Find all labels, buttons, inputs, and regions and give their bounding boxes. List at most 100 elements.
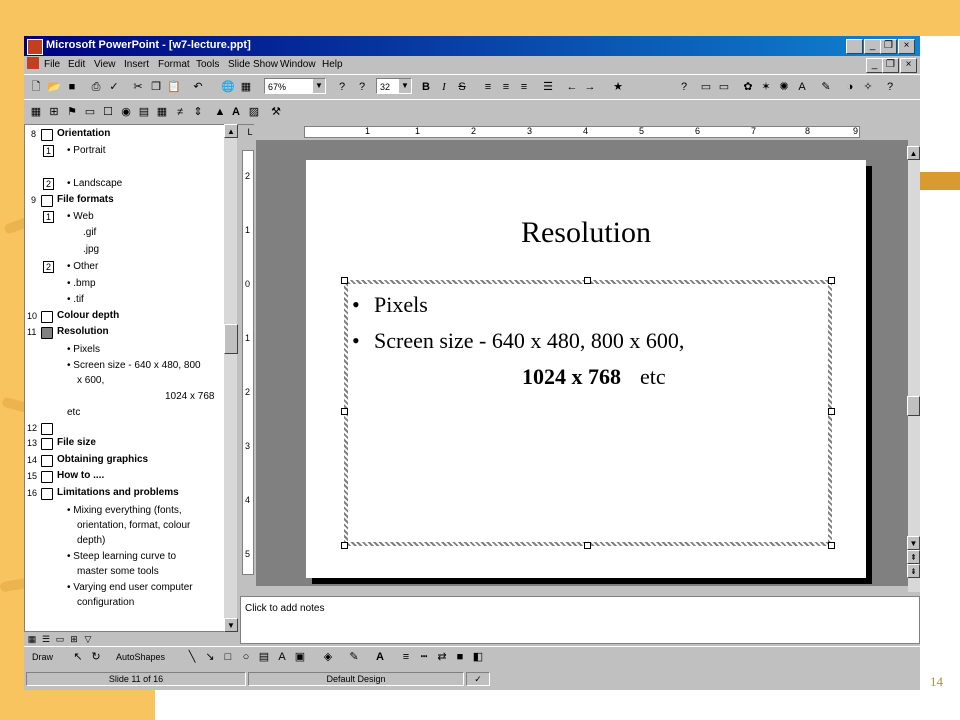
radio-icon[interactable]: ◉ [118,104,134,120]
outline-bullet[interactable]: • Portrait [67,145,106,156]
outline-view-icon[interactable]: ☰ [40,631,52,647]
chevron-down-icon[interactable]: ▼ [399,79,411,93]
resize-handle[interactable] [584,277,591,284]
next-slide-icon[interactable]: ⇟ [907,564,920,578]
draw-menu[interactable]: Draw [32,652,53,662]
slide-icon[interactable] [41,311,53,323]
strikethrough-icon[interactable]: S [454,79,470,95]
more-buttons-icon[interactable]: ? [676,79,692,95]
slide-view-icon[interactable]: ⊞ [46,104,62,120]
outline-bullet[interactable]: configuration [77,597,134,608]
slide-scrollbar[interactable]: ▲ ▼ ⇞ ⇟ [907,146,920,592]
slide-view-icon[interactable]: ▭ [54,631,66,647]
menu-view[interactable]: View [94,59,116,70]
slide-icon-selected[interactable] [41,327,53,339]
normal-view-icon[interactable]: ▦ [26,631,38,647]
slide-show-icon[interactable]: ▽ [82,631,94,647]
bullet-screen-size[interactable]: Screen size - 640 x 480, 800 x 600, [374,328,684,354]
copy-icon[interactable]: ❐ [148,79,164,95]
slide-icon[interactable] [41,471,53,483]
effects-icon[interactable]: ✶ [758,79,774,95]
doc-restore-button[interactable]: ❐ [882,58,899,73]
menu-slide-show[interactable]: Slide Show [228,59,278,70]
help-icon[interactable]: ? [334,79,350,95]
tables-icon[interactable]: ▦ [238,79,254,95]
menu-help[interactable]: Help [322,59,343,70]
bold-icon[interactable]: B [418,79,434,95]
textbox-icon[interactable]: ▤ [256,649,272,665]
menu-window[interactable]: Window [280,59,316,70]
wordart-icon[interactable]: A [274,649,290,665]
outline-title[interactable]: How to .... [57,470,104,481]
arrow-icon[interactable]: ↘ [202,649,218,665]
scroll-up-icon[interactable]: ▲ [224,124,238,138]
slide-icon[interactable] [41,423,53,435]
align-right-icon[interactable]: ≡ [516,79,532,95]
document-icon[interactable] [27,57,39,69]
outline-title[interactable]: Orientation [57,128,110,139]
form-icon[interactable]: ▤ [136,104,152,120]
outline-bullet[interactable]: depth) [77,535,105,546]
slide-icon[interactable] [41,455,53,467]
resize-handle[interactable] [584,542,591,549]
oval-icon[interactable]: ○ [238,649,254,665]
dash-style-icon[interactable]: ┅ [416,649,432,665]
outline-bullet[interactable]: • Landscape [67,178,122,189]
tools-icon[interactable]: ⚒ [268,104,284,120]
outline-title[interactable]: File formats [57,194,114,205]
rotate-icon[interactable]: ↻ [88,649,104,665]
star-icon[interactable]: ✧ [860,79,876,95]
font-size-combo[interactable]: 32 ▼ [376,78,412,94]
italic-icon[interactable]: I [436,79,452,95]
not-equal-icon[interactable]: ≠ [172,104,188,120]
outline-bullet[interactable]: • .bmp [67,278,96,289]
scroll-thumb[interactable] [224,324,238,354]
outline-bullet[interactable]: • Other [67,261,98,272]
bullet-pixels[interactable]: Pixels [374,292,428,318]
outline-title[interactable]: File size [57,437,96,448]
save-icon[interactable]: ■ [64,79,80,95]
outline-bullet[interactable]: master some tools [77,566,159,577]
grid-icon[interactable]: ▦ [154,104,170,120]
resize-handle[interactable] [341,277,348,284]
move-up-icon[interactable]: ▲ [212,104,228,120]
outline-bullet[interactable]: orientation, format, colour [77,520,190,531]
outline-title[interactable]: Obtaining graphics [57,454,148,465]
menu-file[interactable]: File [44,59,60,70]
slide-icon[interactable] [41,438,53,450]
outline-bullet[interactable]: • Web [67,211,94,222]
animation-effects-icon[interactable]: ✺ [776,79,792,95]
line-icon[interactable]: ╲ [184,649,200,665]
minimize-button[interactable]: _ [864,39,881,54]
restore-button[interactable]: ❐ [880,39,897,54]
align-left-icon[interactable]: ≡ [480,79,496,95]
close-button[interactable]: × [898,39,915,54]
spelling-icon[interactable]: ✓ [106,79,122,95]
outline-pane[interactable]: 8 Orientation 1 • Portrait 2 • Landscape… [24,124,237,632]
grayscale-icon[interactable]: ◑ [842,79,858,95]
demote-icon[interactable]: → [582,79,598,95]
resize-handle[interactable] [828,277,835,284]
menu-edit[interactable]: Edit [68,59,85,70]
ruler-strip[interactable]: 2 1 0 1 2 3 4 5 [242,150,254,575]
bullets-icon[interactable]: ☰ [540,79,556,95]
animation-icon[interactable]: ★ [610,79,626,95]
outline-bullet[interactable]: • Steep learning curve to [67,551,176,562]
outline-bullet[interactable]: etc [67,407,80,418]
slide-title[interactable]: Resolution [306,216,866,250]
line-color-icon[interactable]: ✎ [346,649,362,665]
fill-color-icon[interactable]: ◈ [320,649,336,665]
powerpoint-icon[interactable] [27,39,43,55]
slide[interactable]: Resolution • Pixels • Screen size - 640 … [306,160,866,578]
new-slide-icon[interactable]: ▭ [698,79,714,95]
hyperlink-icon[interactable]: 🌐 [220,79,236,95]
undo-icon[interactable]: ↶ [190,79,206,95]
bullet-etc[interactable]: etc [640,364,666,390]
outline-bullet[interactable]: .jpg [83,244,99,255]
slide-icon[interactable] [41,129,53,141]
clipart-icon[interactable]: ▣ [292,649,308,665]
table-icon[interactable]: ▭ [82,104,98,120]
slide-icon[interactable] [41,195,53,207]
app-icon-button[interactable] [846,39,863,54]
promote-icon[interactable]: ← [564,79,580,95]
